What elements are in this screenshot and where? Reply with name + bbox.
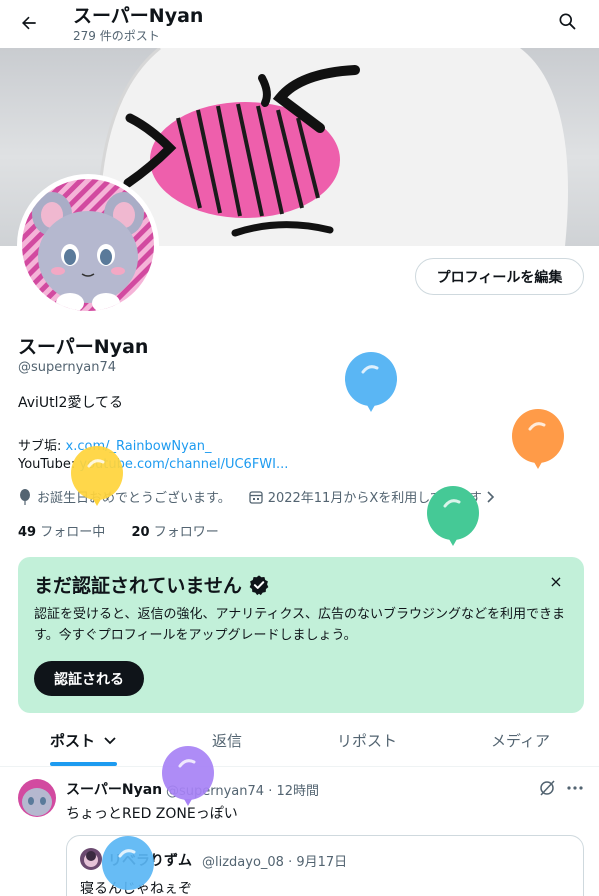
profile-name: スーパーNyan bbox=[18, 336, 149, 358]
followers-link[interactable]: 20 フォロワー bbox=[132, 525, 219, 540]
following-count: 49 bbox=[18, 525, 37, 540]
back-arrow-icon[interactable] bbox=[12, 6, 46, 40]
profile-header: スーパーNyan 279 件のポスト bbox=[0, 0, 599, 48]
tab-reposts[interactable]: リポスト bbox=[337, 730, 397, 751]
balloon-icon bbox=[20, 488, 30, 505]
purple-balloon bbox=[162, 746, 214, 806]
followers-count: 20 bbox=[131, 525, 150, 540]
yellow-balloon bbox=[71, 446, 123, 506]
chevron-right-icon[interactable] bbox=[486, 490, 496, 504]
edit-profile-button[interactable]: プロフィールを編集 bbox=[415, 258, 584, 295]
active-tab-indicator bbox=[50, 762, 117, 766]
quoted-handle-time: @lizdayo_08 · 9月17日 bbox=[202, 855, 348, 870]
verify-button[interactable]: 認証される bbox=[34, 661, 144, 696]
blue-balloon-small bbox=[102, 836, 154, 890]
blue-balloon bbox=[345, 352, 397, 412]
follow-counts: 49 フォロー中 20 フォロワー bbox=[18, 521, 219, 540]
sub-account-label: サブ垢: bbox=[18, 439, 66, 454]
chevron-down-icon bbox=[104, 736, 116, 744]
followers-label: フォロワー bbox=[149, 525, 219, 540]
close-icon[interactable]: × bbox=[544, 569, 568, 593]
more-options-icon[interactable] bbox=[566, 779, 584, 801]
calendar-icon bbox=[249, 490, 263, 504]
profile-handle: @supernyan74 bbox=[18, 360, 117, 375]
green-balloon bbox=[427, 486, 479, 546]
post-author-name[interactable]: スーパーNyan bbox=[66, 779, 162, 799]
post-avatar[interactable] bbox=[18, 779, 56, 817]
verify-card: まだ認証されていません × 認証を受けると、返信の強化、アナリティクス、広告のな… bbox=[18, 557, 584, 713]
verified-badge-icon bbox=[249, 574, 269, 595]
grok-icon[interactable] bbox=[538, 779, 556, 801]
birthday-text: お誕生日おめでとうございます。 bbox=[37, 491, 231, 506]
search-icon[interactable] bbox=[550, 4, 584, 38]
verify-description: 認証を受けると、返信の強化、アナリティクス、広告のないブラウジングなどを利用でき… bbox=[34, 607, 566, 643]
quoted-avatar bbox=[80, 848, 102, 870]
following-link[interactable]: 49 フォロー中 bbox=[18, 525, 105, 540]
tab-replies[interactable]: 返信 bbox=[212, 730, 242, 751]
verify-title-text: まだ認証されていません bbox=[34, 575, 242, 597]
header-title: スーパーNyan bbox=[73, 5, 204, 27]
verify-title: まだ認証されていません bbox=[34, 571, 270, 598]
orange-balloon bbox=[512, 409, 564, 469]
tab-posts-label: ポスト bbox=[50, 732, 96, 750]
tab-media[interactable]: メディア bbox=[491, 730, 550, 751]
profile-tabs: ポスト 返信 リポスト メディア bbox=[0, 720, 599, 767]
profile-avatar[interactable] bbox=[17, 174, 159, 316]
bio-youtube: YouTube: youtube.com/channel/UC6FWI... bbox=[18, 457, 288, 472]
post-count: 279 件のポスト bbox=[73, 29, 160, 43]
profile-bio: AviUtl2愛してる bbox=[18, 395, 124, 411]
following-label: フォロー中 bbox=[36, 525, 106, 540]
tab-posts[interactable]: ポスト bbox=[50, 730, 117, 751]
